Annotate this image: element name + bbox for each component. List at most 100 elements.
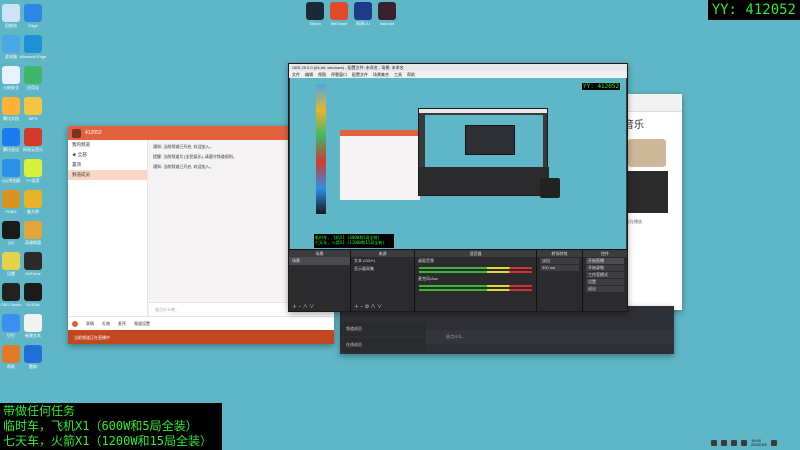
mic-icon[interactable] xyxy=(72,320,78,327)
desktop-icon[interactable]: WPS xyxy=(16,97,50,121)
overlay-line: 带做任何任务 xyxy=(3,404,76,418)
sidebar-item[interactable]: 我的频道 xyxy=(68,140,147,150)
desktop-icon[interactable]: Valorant xyxy=(370,2,404,26)
chevron-up-icon[interactable] xyxy=(711,440,717,446)
desktop-icon[interactable]: YY语音 xyxy=(16,159,50,183)
mixer-track-label: 桌面音频 xyxy=(418,258,434,263)
notification-icon[interactable] xyxy=(770,440,777,446)
transitions-panel[interactable]: 转场特效 淡出 300 ms xyxy=(537,250,583,311)
nested-text-overlay: 临时车, 飞机X1 (600W和5局全装) 七天车, 火箭X1 (1200W和1… xyxy=(314,234,394,248)
transition-select[interactable]: 淡出 xyxy=(540,258,579,264)
music-window[interactable]: 音乐 正在播放 xyxy=(620,94,682,310)
desktop-icon[interactable]: 鲁大师 xyxy=(16,190,50,214)
desktop-icon[interactable]: 新建文本 xyxy=(16,314,50,338)
sources-panel[interactable]: 来源 文本 (GDI+) 显示器采集 ＋ − ⚙ ∧ ∨ xyxy=(351,250,415,311)
ime-icon[interactable] xyxy=(741,440,747,446)
desktop-icon[interactable]: Edge xyxy=(16,4,50,28)
desktop-icon-label: GeForce xyxy=(25,271,41,276)
menu-item[interactable]: 配置文件 xyxy=(352,72,368,77)
audio-meter xyxy=(419,267,532,269)
dark-chat-window[interactable]: 频道成员 在线成员 说点什么... xyxy=(340,306,674,354)
qq-sidebar: 我的频道 ★ 全部 置顶 频道成员 xyxy=(68,140,148,316)
scene-add-remove-buttons[interactable]: ＋ − ∧ ∨ xyxy=(292,303,314,310)
avatar[interactable] xyxy=(72,128,81,138)
desktop-icon-label: 鲁大师 xyxy=(27,209,39,214)
obs-window[interactable]: OBS 29.0.0 (64-bit, windows) - 配置文件: 未命名… xyxy=(288,63,628,312)
transition-duration[interactable]: 300 ms xyxy=(540,265,579,271)
menu-item[interactable]: 停靠窗口 xyxy=(331,72,347,77)
desktop-icon-label: WPS xyxy=(28,116,38,121)
yy-id-overlay: YY: 412052 xyxy=(707,0,800,20)
desktop-icon-label: YY语音 xyxy=(26,178,40,183)
mixer-header: 混音器 xyxy=(415,250,536,257)
toolbar-queue[interactable]: 麦序 xyxy=(118,321,126,327)
sidebar-item[interactable]: ★ 全部 xyxy=(68,150,147,160)
edge-icon xyxy=(24,4,42,22)
task-overlay: 带做任何任务 临时车，飞机X1（600W和5局全装） 七天车，火箭X1（1200… xyxy=(0,403,222,450)
obs-menubar: 文件 编辑 视图 停靠窗口 配置文件 场景集合 工具 帮助 xyxy=(289,71,627,78)
desktop-icon[interactable]: Microsoft Edge xyxy=(16,35,50,59)
volume-icon[interactable] xyxy=(731,440,737,446)
desktop-icon[interactable]: 网易云音乐 xyxy=(16,128,50,152)
transitions-header: 转场特效 xyxy=(537,250,582,257)
scenes-panel[interactable]: 场景 场景 ＋ − ∧ ∨ xyxy=(289,250,351,311)
menu-item[interactable]: 视图 xyxy=(318,72,326,77)
desktop-icon-label: 新建文本 xyxy=(25,333,41,338)
start-streaming-button[interactable]: 开始直播 xyxy=(586,258,624,264)
system-tray: 15:40 2023/1/8 xyxy=(708,436,800,450)
mixer-track-label: 麦克风/Aux xyxy=(418,276,439,281)
start-recording-button[interactable]: 开始录制 xyxy=(586,265,624,271)
dark-chat-input[interactable]: 说点什么... xyxy=(426,330,674,344)
qq-header-title: 412052 xyxy=(85,130,102,136)
obs-titlebar[interactable]: OBS 29.0.0 (64-bit, windows) - 配置文件: 未命名… xyxy=(289,64,627,71)
desktop-icon[interactable]: NVIDIA xyxy=(16,283,50,307)
source-item[interactable]: 显示器采集 xyxy=(351,265,414,273)
source-add-remove-buttons[interactable]: ＋ − ⚙ ∧ ∨ xyxy=(354,303,382,310)
nested-qq-window xyxy=(340,130,420,200)
obs-dock: 场景 场景 ＋ − ∧ ∨ 来源 文本 (GDI+) 显示器采集 ＋ − ⚙ ∧… xyxy=(289,249,627,311)
nvidia-icon xyxy=(24,252,42,270)
studio-mode-button[interactable]: 工作室模式 xyxy=(586,272,624,278)
artist-card-image[interactable] xyxy=(628,171,668,213)
mixer-panel[interactable]: 混音器 桌面音频 麦克风/Aux xyxy=(415,250,537,311)
clock[interactable]: 15:40 2023/1/8 xyxy=(751,439,767,447)
menu-item[interactable]: 编辑 xyxy=(305,72,313,77)
desktop-icon-label: 网易云音乐 xyxy=(23,147,43,152)
toolbar-gift[interactable]: 礼物 xyxy=(102,321,110,327)
nested-portrait xyxy=(540,178,560,198)
desktop-icon[interactable]: 应用宝 xyxy=(16,66,50,90)
scene-item[interactable]: 场景 xyxy=(289,257,350,265)
desktop-icon-label: Edge xyxy=(28,23,38,28)
nested-desktop-icons xyxy=(316,84,326,214)
menu-item[interactable]: 场景集合 xyxy=(373,72,389,77)
menu-item[interactable]: 文件 xyxy=(292,72,300,77)
overlay-line: 临时车，飞机X1（600W和5局全装） xyxy=(3,419,198,433)
dark-list-item[interactable]: 频道成员 xyxy=(340,322,426,336)
source-item[interactable]: 文本 (GDI+) xyxy=(351,257,414,265)
sidebar-item-selected[interactable]: 频道成员 xyxy=(68,170,147,180)
controls-panel[interactable]: 控件 开始直播 开始录制 工作室模式 设置 退出 xyxy=(583,250,627,311)
toolbar-settings[interactable]: 频道设置 xyxy=(134,321,150,327)
wps-icon xyxy=(24,97,42,115)
desktop-icon[interactable]: GeForce xyxy=(16,252,50,276)
desktop-icon-label: Microsoft Edge xyxy=(19,54,47,59)
desktop-icon-label: 英雄联盟 xyxy=(25,240,41,245)
controls-header: 控件 xyxy=(583,250,627,257)
network-icon[interactable] xyxy=(721,440,727,446)
music-icon xyxy=(24,345,42,363)
desktop-icon[interactable]: 酷狗 xyxy=(16,345,50,369)
game-icon xyxy=(24,221,42,239)
qq-footer: 当前频道正在直播中 xyxy=(68,330,334,344)
dark-list-item[interactable]: 在线成员 xyxy=(340,338,426,352)
sidebar-item[interactable]: 置顶 xyxy=(68,160,147,170)
desktop-icon[interactable]: 英雄联盟 xyxy=(16,221,50,245)
menu-item[interactable]: 帮助 xyxy=(407,72,415,77)
music-icon xyxy=(24,128,42,146)
sources-header: 来源 xyxy=(351,250,414,257)
menu-item[interactable]: 工具 xyxy=(394,72,402,77)
clock-date: 2023/1/8 xyxy=(751,442,767,447)
toolbar-emoji[interactable]: 表情 xyxy=(86,321,94,327)
exit-button[interactable]: 退出 xyxy=(586,286,624,292)
settings-button[interactable]: 设置 xyxy=(586,279,624,285)
overlay-line: 七天车，火箭X1（1200W和15局全装） xyxy=(3,434,213,448)
